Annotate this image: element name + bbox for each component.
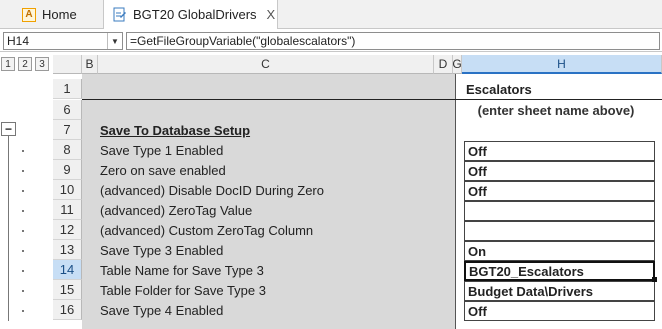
outline-level-3-button[interactable]: 3 <box>35 57 49 71</box>
outline-bracket <box>8 136 9 321</box>
outline-dot <box>22 230 24 232</box>
outline-dot <box>22 210 24 212</box>
outline-dot <box>22 150 24 152</box>
column-header-g[interactable]: G <box>452 55 462 74</box>
formula-input[interactable]: =GetFileGroupVariable("globalescalators"… <box>126 32 660 50</box>
tab-label: Home <box>42 7 77 22</box>
selected-value-cell[interactable]: BGT20_Escalators <box>464 261 655 281</box>
column-header-d[interactable]: D <box>434 55 453 74</box>
row-header-9[interactable]: 9 <box>53 160 82 180</box>
tab-bgt20-globaldrivers[interactable]: BGT20 GlobalDrivers X <box>103 0 278 29</box>
column-header-c[interactable]: C <box>98 55 434 74</box>
outline-dot <box>22 270 24 272</box>
chevron-down-icon[interactable]: ▼ <box>107 33 122 49</box>
value-cell[interactable]: Budget Data\Drivers <box>464 281 655 301</box>
column-header-h[interactable]: H <box>462 55 662 74</box>
row-header-6[interactable]: 6 <box>53 100 82 120</box>
outline-dot <box>22 170 24 172</box>
tab-home[interactable]: A Home <box>12 0 102 29</box>
setting-label[interactable]: (advanced) Disable DocID During Zero <box>100 180 324 200</box>
app-logo-icon: A <box>22 7 36 22</box>
setting-label[interactable]: Save Type 4 Enabled <box>100 300 223 320</box>
outline-dot <box>22 290 24 292</box>
setting-label[interactable]: Table Folder for Save Type 3 <box>100 280 266 300</box>
section-heading[interactable]: Save To Database Setup <box>100 120 250 140</box>
outline-level-2-button[interactable]: 2 <box>18 57 32 71</box>
setting-label[interactable]: (advanced) ZeroTag Value <box>100 200 252 220</box>
setting-label[interactable]: Save Type 1 Enabled <box>100 140 223 160</box>
value-cell[interactable]: On <box>464 241 655 261</box>
value-cell[interactable]: Off <box>464 181 655 201</box>
column-divider <box>455 74 456 329</box>
outline-collapse-button[interactable]: − <box>1 122 16 136</box>
outline-dot <box>22 190 24 192</box>
outline-level-1-button[interactable]: 1 <box>1 57 15 71</box>
row-header-10[interactable]: 10 <box>53 180 82 200</box>
value-cell[interactable]: Off <box>464 161 655 181</box>
row-header-7[interactable]: 7 <box>53 120 82 140</box>
document-icon <box>113 7 126 22</box>
outline-dot <box>22 310 24 312</box>
name-box[interactable]: H14 <box>3 32 123 50</box>
select-all-corner[interactable] <box>53 55 82 74</box>
fill-handle[interactable] <box>652 277 657 282</box>
tab-label: BGT20 GlobalDrivers <box>133 7 257 22</box>
row-header-1[interactable]: 1 <box>53 79 82 99</box>
value-cell[interactable] <box>464 201 655 221</box>
sheet-name-note[interactable]: (enter sheet name above) <box>466 100 646 120</box>
row-header-11[interactable]: 11 <box>53 200 82 220</box>
column-header-b[interactable]: B <box>82 55 98 74</box>
value-cell[interactable]: Off <box>464 141 655 161</box>
setting-label[interactable]: Zero on save enabled <box>100 160 226 180</box>
row-header-16[interactable]: 16 <box>53 300 82 320</box>
row-header-8[interactable]: 8 <box>53 140 82 160</box>
close-icon[interactable]: X <box>267 7 276 22</box>
value-cell[interactable]: Off <box>464 301 655 321</box>
outline-dot <box>22 250 24 252</box>
setting-label[interactable]: (advanced) Custom ZeroTag Column <box>100 220 313 240</box>
row-header-14[interactable]: 14 <box>53 260 82 280</box>
row-header-13[interactable]: 13 <box>53 240 82 260</box>
value-cell[interactable] <box>464 221 655 241</box>
escalators-title-cell[interactable]: Escalators <box>466 79 654 99</box>
row-header-12[interactable]: 12 <box>53 220 82 240</box>
row-header-15[interactable]: 15 <box>53 280 82 300</box>
setting-label[interactable]: Save Type 3 Enabled <box>100 240 223 260</box>
setting-label[interactable]: Table Name for Save Type 3 <box>100 260 264 280</box>
